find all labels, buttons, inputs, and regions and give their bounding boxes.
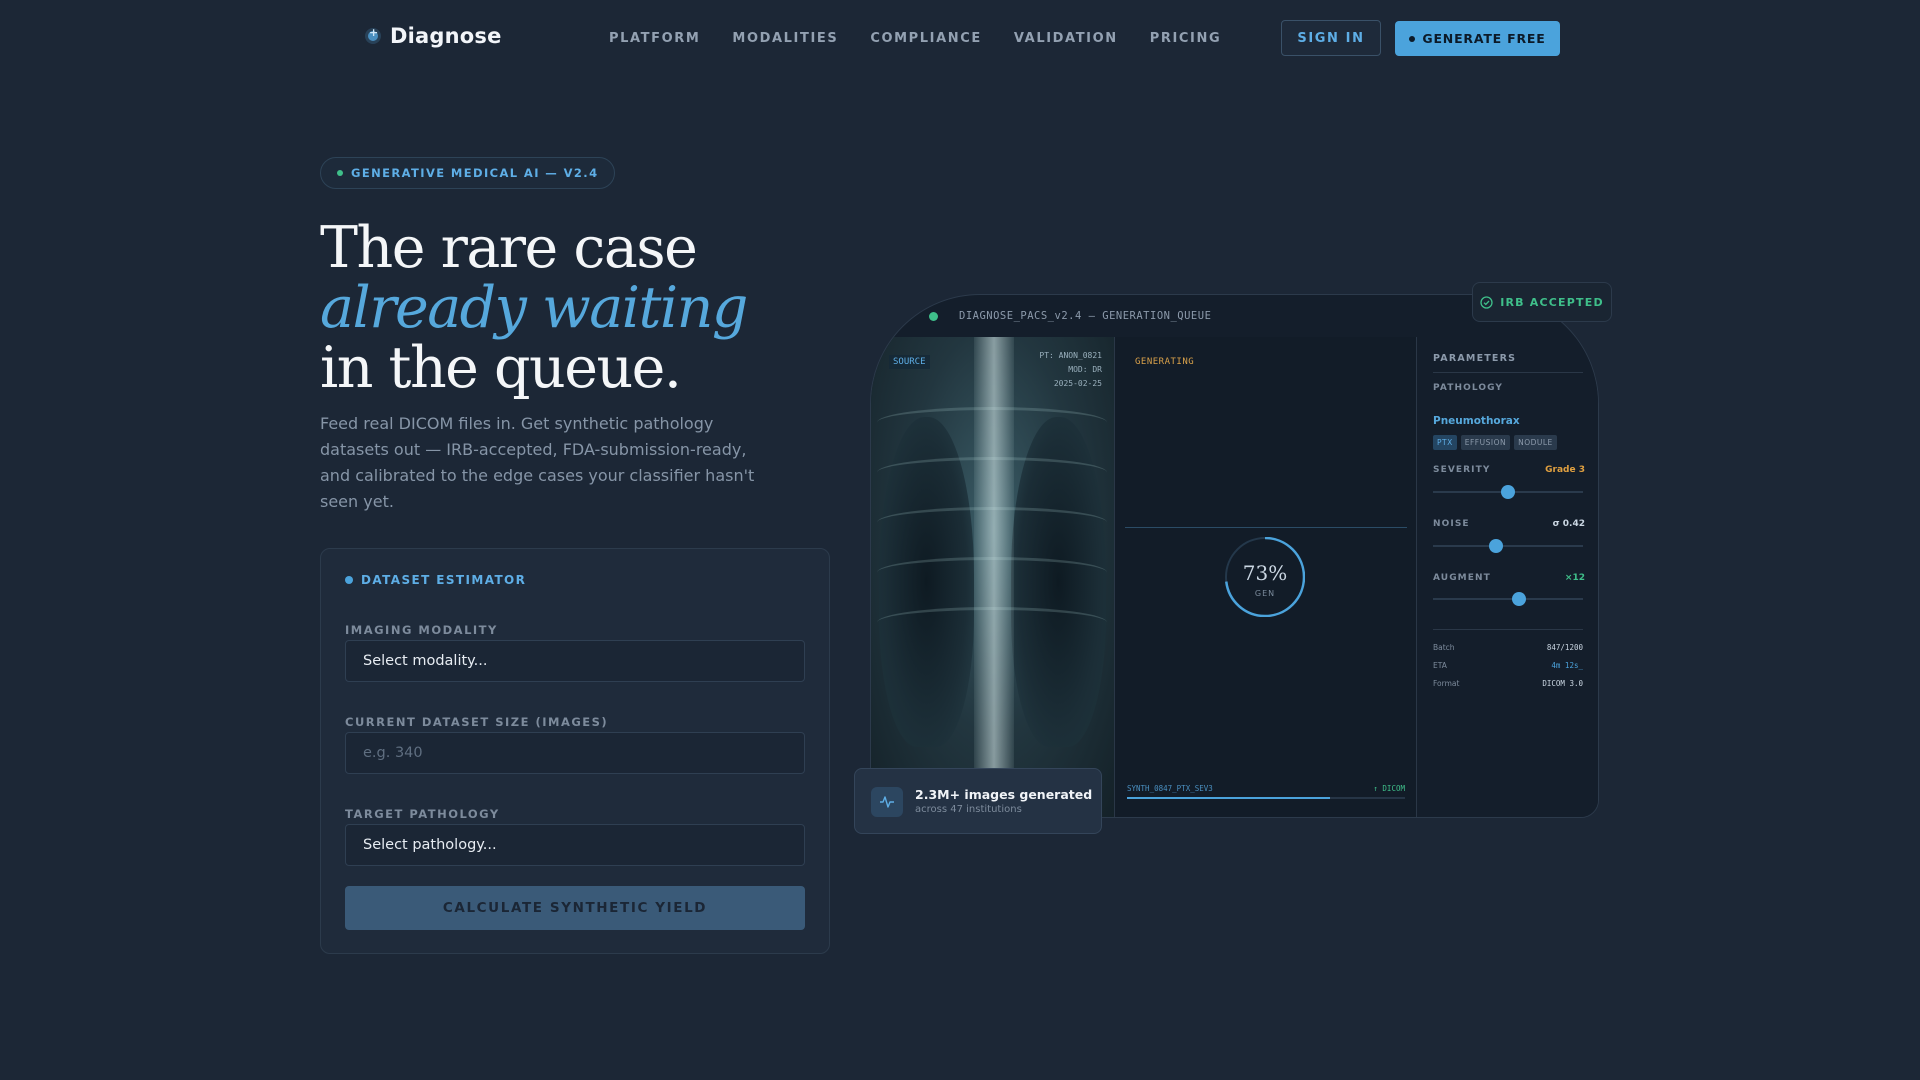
hero-headline: The rare case already waiting in the que… [320, 215, 748, 401]
modality-select[interactable]: Select modality... [345, 640, 805, 682]
progress-ring: 73% GEN [1225, 537, 1305, 617]
nav-link-pricing[interactable]: PRICING [1150, 31, 1222, 46]
eta-row: ETA 4m 12s_ [1433, 661, 1583, 670]
activity-pulse-icon [871, 787, 903, 817]
progress-percent: 73% [1242, 561, 1288, 585]
dataset-estimator: DATASET ESTIMATOR IMAGING MODALITY Selec… [320, 548, 830, 954]
batch-value: 847/1200 [1546, 643, 1583, 652]
estimator-title: DATASET ESTIMATOR [345, 573, 526, 587]
severity-slider-handle[interactable] [1501, 485, 1515, 499]
augment-value: ×12 [1564, 573, 1585, 583]
pathology-chips: PTX EFFUSION NODULE [1433, 435, 1557, 450]
source-metadata: PT: ANON_0821 MOD: DR 2025-02-25 [1039, 349, 1102, 391]
estimator-title-label: DATASET ESTIMATOR [361, 573, 527, 587]
pathology-param-value: Pneumothorax [1433, 415, 1520, 427]
top-navigation: Diagnose PLATFORM MODALITIES COMPLIANCE … [0, 0, 1920, 78]
irb-accepted-label: IRB ACCEPTED [1500, 295, 1604, 309]
window-title: DIAGNOSE_PACS_v2.4 — GENERATION_QUEUE [959, 310, 1212, 322]
version-badge-label: GENERATIVE MEDICAL AI — V2.4 [351, 166, 599, 180]
generate-free-label: GENERATE FREE [1422, 31, 1546, 46]
batch-row: Batch 847/1200 [1433, 643, 1583, 652]
headline-line-3: in the queue. [320, 335, 682, 401]
status-dot-icon [337, 170, 343, 176]
nav-link-platform[interactable]: PLATFORM [609, 31, 700, 46]
images-generated-card: 2.3M+ images generated across 47 institu… [854, 768, 1102, 834]
sign-in-button[interactable]: SIGN IN [1281, 20, 1381, 56]
severity-slider[interactable] [1433, 485, 1583, 499]
pathology-param-label: PATHOLOGY [1433, 383, 1504, 393]
output-format: ↑ DICOM [1373, 784, 1405, 793]
dataset-size-input[interactable]: e.g. 340 [345, 732, 805, 774]
bullet-icon [1409, 35, 1416, 42]
generation-progress-bar [1127, 797, 1405, 799]
institutions-count: across 47 institutions [915, 804, 1022, 815]
headline-line-1: The rare case [320, 215, 698, 281]
augment-slider[interactable] [1433, 592, 1583, 606]
estimator-dot-icon [345, 576, 353, 584]
augment-slider-handle[interactable] [1511, 592, 1526, 606]
generate-free-button[interactable]: GENERATE FREE [1395, 21, 1560, 56]
brand-name: Diagnose [390, 24, 502, 48]
dataset-size-label: CURRENT DATASET SIZE (IMAGES) [345, 715, 609, 729]
chip-effusion[interactable]: EFFUSION [1460, 435, 1511, 450]
format-label: Format [1433, 679, 1460, 688]
format-value: DICOM 3.0 [1542, 679, 1583, 688]
pacs-preview-window: DIAGNOSE_PACS_v2.4 — GENERATION_QUEUE SO… [870, 294, 1599, 818]
parameters-panel: PARAMETERS PATHOLOGY Pneumothorax PTX EF… [1416, 337, 1598, 817]
progress-caption: GEN [1254, 589, 1276, 598]
eta-value: 4m 12s_ [1551, 661, 1583, 670]
source-xray-image: SOURCE PT: ANON_0821 MOD: DR 2025-02-25 [871, 337, 1114, 817]
output-filename: SYNTH_0847_PTX_SEV3 [1127, 784, 1213, 793]
generating-tag: GENERATING [1135, 357, 1195, 367]
severity-value: Grade 3 [1545, 465, 1585, 475]
format-row: Format DICOM 3.0 [1433, 679, 1583, 688]
modality-label: IMAGING MODALITY [345, 623, 498, 637]
brand-logo[interactable]: Diagnose [368, 24, 502, 48]
batch-label: Batch [1433, 643, 1455, 652]
chip-ptx[interactable]: PTX [1433, 435, 1457, 450]
nav-link-modalities[interactable]: MODALITIES [732, 31, 838, 46]
generation-panel: GENERATING 73% GEN SYNTH_0847_PTX_SEV3 ↑… [1114, 337, 1417, 817]
noise-label: NOISE [1433, 519, 1470, 529]
nav-link-validation[interactable]: VALIDATION [1014, 31, 1118, 46]
images-generated-count: 2.3M+ images generated [915, 787, 1093, 802]
noise-slider[interactable] [1433, 539, 1583, 553]
augment-label: AUGMENT [1433, 573, 1491, 583]
version-badge: GENERATIVE MEDICAL AI — V2.4 [320, 157, 616, 189]
check-circle-icon [1480, 295, 1493, 309]
source-meta-patient: PT: ANON_0821 [1039, 351, 1102, 360]
scan-line [1125, 527, 1407, 528]
source-meta-date: 2025-02-25 [1053, 379, 1102, 388]
parameters-title: PARAMETERS [1433, 353, 1583, 373]
chip-nodule[interactable]: NODULE [1514, 435, 1557, 450]
eta-label: ETA [1433, 661, 1447, 670]
parameters-divider [1433, 629, 1583, 630]
brand-mark-icon [368, 26, 378, 41]
pathology-select[interactable]: Select pathology... [345, 824, 805, 866]
hero-lead: Feed real DICOM files in. Get synthetic … [320, 414, 755, 511]
headline-line-2: already waiting [320, 275, 748, 341]
pathology-label: TARGET PATHOLOGY [345, 807, 500, 821]
generation-progress-fill [1127, 797, 1330, 799]
noise-value: σ 0.42 [1552, 519, 1585, 529]
calculate-yield-button[interactable]: CALCULATE SYNTHETIC YIELD [345, 886, 805, 930]
noise-slider-handle[interactable] [1489, 539, 1503, 553]
main-nav: PLATFORM MODALITIES COMPLIANCE VALIDATIO… [609, 31, 1221, 46]
xray-spine [974, 337, 1014, 817]
irb-accepted-badge: IRB ACCEPTED [1472, 282, 1612, 322]
source-tag: SOURCE [889, 355, 930, 369]
source-meta-modality: MOD: DR [1068, 365, 1102, 374]
window-status-dot-icon [929, 312, 938, 321]
severity-label: SEVERITY [1433, 465, 1491, 475]
nav-link-compliance[interactable]: COMPLIANCE [870, 31, 982, 46]
